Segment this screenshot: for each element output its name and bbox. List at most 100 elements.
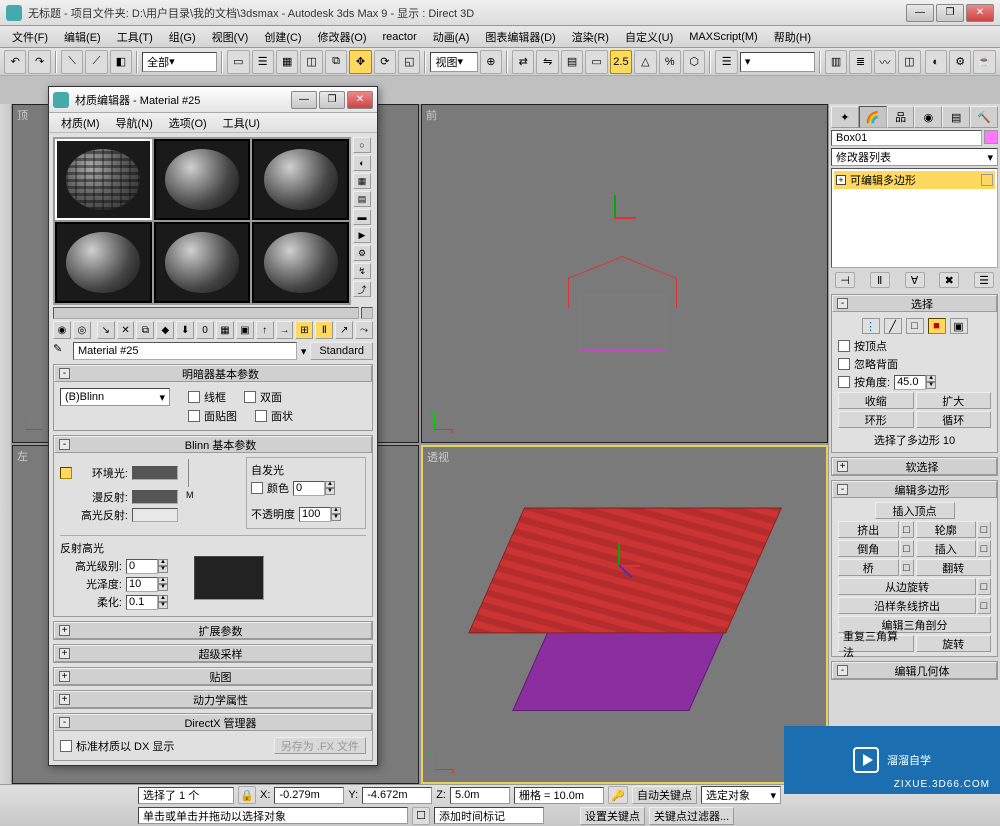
percent-snap-button[interactable]: %: [659, 50, 681, 74]
retri-button[interactable]: 重复三角算法: [838, 635, 914, 652]
menu-customize[interactable]: 自定义(U): [617, 27, 681, 47]
close-button[interactable]: ✕: [966, 4, 994, 22]
selfillum-input[interactable]: [293, 481, 325, 496]
remove-mod-button[interactable]: ✖: [939, 272, 959, 288]
outline-settings-button[interactable]: □: [977, 521, 991, 538]
material-slot-2[interactable]: [154, 139, 251, 220]
backlight-button[interactable]: ◐: [353, 155, 371, 171]
rotate-button[interactable]: ⟳: [374, 50, 396, 74]
tab-create[interactable]: ✦: [831, 106, 859, 128]
matdlg-menu-material[interactable]: 材质(M): [53, 113, 108, 133]
matdlg-menu-util[interactable]: 工具(U): [215, 113, 268, 133]
keyfilters-button[interactable]: 关键点过滤器...: [649, 807, 734, 825]
tab-utilities[interactable]: 🔨: [970, 106, 998, 128]
grow-button[interactable]: 扩大: [916, 392, 992, 409]
material-type-button[interactable]: Standard: [310, 342, 373, 360]
tab-motion[interactable]: ◉: [914, 106, 942, 128]
tab-display[interactable]: ▤: [942, 106, 970, 128]
matdlg-minimize-button[interactable]: —: [291, 91, 317, 109]
outline-button[interactable]: 轮廓: [916, 521, 977, 538]
insert-vertex-button[interactable]: 插入顶点: [875, 502, 955, 519]
shrink-button[interactable]: 收缩: [838, 392, 914, 409]
link-button[interactable]: ⟍: [61, 50, 83, 74]
pivot-button[interactable]: ⊕: [480, 50, 502, 74]
menu-tools[interactable]: 工具(T): [109, 27, 161, 47]
subobj-vertex[interactable]: ⋮: [862, 318, 880, 334]
select-button[interactable]: ▭: [227, 50, 249, 74]
menu-render[interactable]: 渲染(R): [564, 27, 617, 47]
ring-button[interactable]: 环形: [838, 411, 914, 428]
mat-map-nav-button[interactable]: ⤴: [353, 281, 371, 297]
subobj-border[interactable]: □: [906, 318, 924, 334]
menu-views[interactable]: 视图(V): [204, 27, 257, 47]
extrude-button[interactable]: 挤出: [838, 521, 899, 538]
mirror-tool-button[interactable]: ▥: [825, 50, 847, 74]
turn-button[interactable]: 旋转: [916, 635, 992, 652]
by-angle-check[interactable]: [838, 376, 850, 388]
bevel-settings-button[interactable]: □: [900, 540, 914, 557]
reset-button[interactable]: ✕: [117, 321, 135, 339]
material-slot-5[interactable]: [154, 222, 251, 303]
configure-button[interactable]: ☰: [974, 272, 994, 288]
material-slot-6[interactable]: [252, 222, 349, 303]
menu-animation[interactable]: 动画(A): [425, 27, 478, 47]
named-sel-set[interactable]: ▾: [740, 52, 815, 72]
menu-maxscript[interactable]: MAXScript(M): [681, 29, 765, 45]
show-map-button[interactable]: ▦: [216, 321, 234, 339]
background-button[interactable]: ▦: [353, 173, 371, 189]
sample-type-button[interactable]: ○: [353, 137, 371, 153]
bridge-button[interactable]: 桥: [838, 559, 899, 576]
key-icon[interactable]: 🔑: [608, 786, 628, 804]
array-button[interactable]: ▤: [561, 50, 583, 74]
menu-modifiers[interactable]: 修改器(O): [310, 27, 375, 47]
spec-level-input[interactable]: [126, 559, 158, 574]
script-button[interactable]: ☐: [412, 807, 430, 825]
gloss-input[interactable]: [126, 577, 158, 592]
ref-coord[interactable]: 视图 ▾: [430, 52, 477, 72]
object-name[interactable]: Box01: [831, 130, 982, 146]
inset-button[interactable]: 插入: [916, 540, 977, 557]
make-preview-button[interactable]: ▶: [353, 227, 371, 243]
rollout-editpoly[interactable]: -编辑多边形: [832, 481, 997, 498]
go-sibling-button[interactable]: →: [276, 321, 294, 339]
extrude-spline-settings-button[interactable]: □: [977, 597, 991, 614]
material-slot-3[interactable]: [252, 139, 349, 220]
unique-button[interactable]: ∀: [905, 272, 925, 288]
options-button[interactable]: ⚙: [353, 245, 371, 261]
material-editor-button[interactable]: ◐: [925, 50, 947, 74]
rollout-shader-basic[interactable]: -明暗器基本参数: [54, 365, 372, 382]
scale-button[interactable]: ◱: [398, 50, 420, 74]
matdlg-titlebar[interactable]: 材质编辑器 - Material #25 — ❐ ✕: [49, 87, 377, 113]
loop-button[interactable]: 循环: [916, 411, 992, 428]
matdlg-maximize-button[interactable]: ❐: [319, 91, 345, 109]
diffuse-swatch[interactable]: [132, 490, 178, 504]
stack-item-epoly[interactable]: + 可编辑多边形: [834, 171, 995, 189]
facemap-check[interactable]: [188, 410, 200, 422]
select-filter-button[interactable]: ⧉: [325, 50, 347, 74]
soften-input[interactable]: [126, 595, 158, 610]
specular-swatch[interactable]: [132, 508, 178, 522]
select-invert-button[interactable]: ⇄: [512, 50, 534, 74]
dx-std-check[interactable]: [60, 740, 72, 752]
save-fx-button[interactable]: 另存为 .FX 文件: [274, 737, 366, 754]
select-by-mat-button[interactable]: ↯: [353, 263, 371, 279]
rollout-ext[interactable]: +扩展参数: [54, 622, 372, 639]
put-to-lib-button[interactable]: ⬇: [176, 321, 194, 339]
pick-button[interactable]: ↗: [335, 321, 353, 339]
diffuse-map-button[interactable]: M: [186, 490, 200, 504]
selection-filter[interactable]: 全部 ▾: [142, 52, 217, 72]
menu-reactor[interactable]: reactor: [375, 29, 425, 45]
expand-icon[interactable]: +: [836, 175, 846, 185]
snap-angle-button[interactable]: 2.5: [610, 50, 632, 74]
hinge-button[interactable]: 从边旋转: [838, 578, 976, 595]
opacity-map-button[interactable]: [345, 507, 359, 521]
rollout-selection[interactable]: -选择: [832, 295, 997, 312]
rollout-maps[interactable]: +贴图: [54, 668, 372, 685]
lock-selection-button[interactable]: 🔒: [238, 786, 256, 804]
bevel-button[interactable]: 倒角: [838, 540, 899, 557]
tab-modify[interactable]: 🌈: [859, 106, 887, 128]
layers-button[interactable]: ≣: [849, 50, 871, 74]
align-button[interactable]: ▭: [585, 50, 607, 74]
spinner-snap-button[interactable]: ⬡: [683, 50, 705, 74]
ignore-bf-check[interactable]: [838, 358, 850, 370]
